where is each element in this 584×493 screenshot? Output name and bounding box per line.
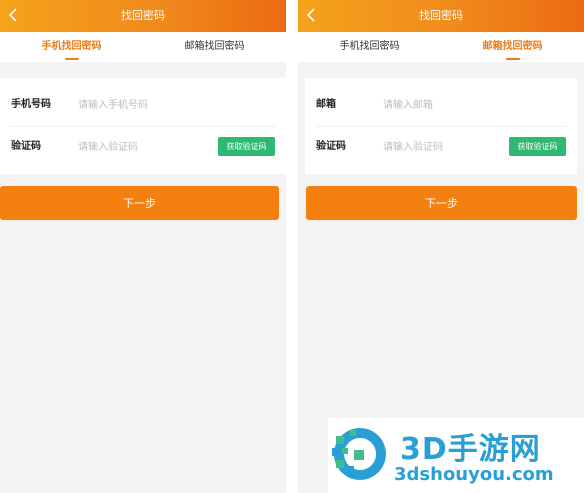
email-input[interactable] [383,95,503,115]
page-title: 找回密码 [121,9,165,22]
next-step-button[interactable]: 下一步 [0,186,279,220]
verification-code-input[interactable] [383,137,503,157]
watermark: 3D手游网 3dshouyou.com [328,418,584,493]
watermark-site-name: 3D手游网 [400,432,541,467]
tab-label: 邮箱找回密码 [482,41,543,52]
phone-label: 手机号码 [11,99,51,110]
email-label: 邮箱 [316,99,336,110]
navigation-bar: 找回密码 [298,0,584,32]
email-row: 邮箱 [305,84,577,126]
recovery-form: 手机号码 验证码 获取验证码 [0,78,286,174]
phone-input[interactable] [78,95,198,115]
tab-email-recovery[interactable]: 邮箱找回密码 [143,32,286,62]
watermark-url: 3dshouyou.com [394,464,554,485]
active-tab-indicator [64,58,79,60]
recovery-tabs: 手机找回密码 邮箱找回密码 [298,32,584,62]
site-logo-icon [332,428,386,480]
tab-email-recovery[interactable]: 邮箱找回密码 [441,32,584,62]
active-tab-indicator [505,58,520,60]
verification-code-input[interactable] [78,137,198,157]
phone-row: 手机号码 [0,84,286,126]
verification-code-row: 验证码 获取验证码 [305,126,577,168]
tab-label: 邮箱找回密码 [184,41,245,52]
page-title: 找回密码 [419,9,463,22]
next-step-button[interactable]: 下一步 [306,186,577,220]
navigation-bar: 找回密码 [0,0,286,32]
tab-label: 手机找回密码 [41,41,102,52]
verification-code-label: 验证码 [11,141,41,152]
tab-phone-recovery[interactable]: 手机找回密码 [0,32,143,62]
recovery-tabs: 手机找回密码 邮箱找回密码 [0,32,286,62]
get-code-button[interactable]: 获取验证码 [509,137,566,156]
recovery-form: 邮箱 验证码 获取验证码 [305,78,577,174]
tab-label: 手机找回密码 [339,41,400,52]
phone-recovery-screen: 找回密码 手机找回密码 邮箱找回密码 手机号码 验证码 获取验证码 下一步 [0,0,286,493]
tab-phone-recovery[interactable]: 手机找回密码 [298,32,441,62]
verification-code-row: 验证码 获取验证码 [0,126,286,168]
get-code-button[interactable]: 获取验证码 [218,137,275,156]
verification-code-label: 验证码 [316,141,346,152]
